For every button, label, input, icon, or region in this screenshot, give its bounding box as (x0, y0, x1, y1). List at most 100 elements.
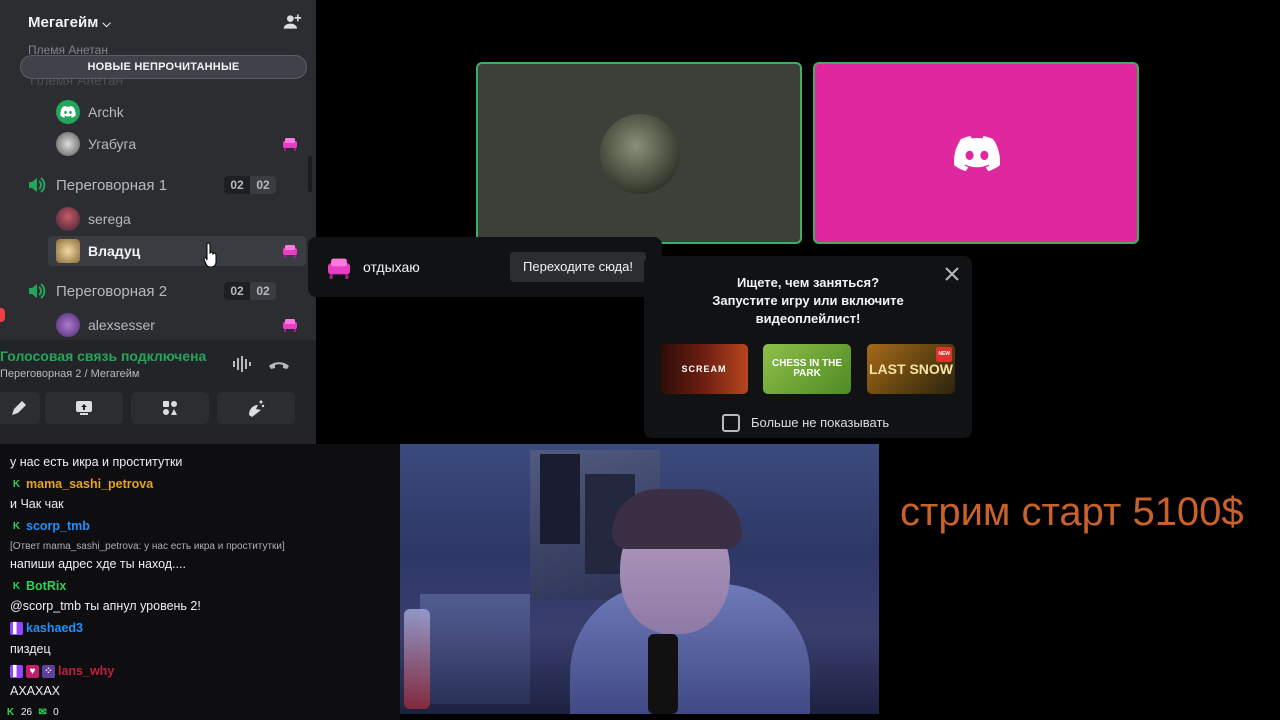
chat-username-line[interactable]: ▌ kashaed3 (10, 621, 83, 635)
video-tile-user[interactable] (476, 62, 802, 244)
twitch-badge-icon: ▌ (10, 621, 23, 635)
heart-badge-icon: ♥ (26, 664, 39, 678)
voice-location[interactable]: Переговорная 2 / Мегагейм (0, 368, 139, 380)
member-name: serega (88, 211, 131, 227)
noise-suppression-icon[interactable] (232, 356, 252, 372)
activity-thumbnail[interactable]: SCREAM (660, 344, 748, 394)
user-count: 02 (224, 176, 250, 194)
discord-sidebar: Мегагейм ⌵ Племя Анетан Племя Анетан НОВЫ… (0, 0, 316, 444)
suggestion-line: видеоплейлист! (755, 311, 861, 326)
mod-badge-icon: K (12, 520, 21, 532)
activity-thumbnail[interactable]: CHESS IN THE PARK (763, 344, 851, 394)
chat-username-line[interactable]: Kmama_sashi_petrova (10, 477, 153, 491)
grid-badge-icon: ⁘ (42, 664, 55, 678)
member-name: Угабуга (88, 136, 137, 152)
viewer-icon: ✉ (38, 707, 47, 718)
voice-channel[interactable]: Переговорная 2 02 02 (26, 278, 308, 304)
avatar (56, 132, 80, 156)
video-tile-discord[interactable] (813, 62, 1139, 244)
member-item-hovered[interactable]: Владуц (48, 236, 306, 266)
activity-couch-icon (283, 138, 297, 151)
user-avatar (600, 114, 680, 194)
join-here-button[interactable]: Переходите сюда! (510, 252, 646, 282)
member-item[interactable]: alexsesser (48, 310, 306, 340)
mod-icon: K (6, 707, 15, 718)
close-icon[interactable] (942, 264, 962, 284)
streamer-hair (612, 489, 742, 549)
voice-connection-panel: Голосовая связь подключена Переговорная … (0, 340, 316, 444)
avatar (56, 100, 80, 124)
soundboard-icon (249, 400, 265, 417)
speaker-icon (29, 283, 46, 299)
disconnect-icon[interactable] (268, 356, 290, 372)
screen-share-button[interactable] (45, 392, 123, 424)
voice-status[interactable]: Голосовая связь подключена (0, 348, 206, 364)
chat-username-line[interactable]: ▌ ♥ ⁘ lans_why (10, 664, 114, 678)
avatar (56, 207, 80, 231)
thumbnail-title: LAST SNOW (869, 360, 953, 377)
chat-username[interactable]: lans_why (58, 664, 114, 678)
new-unread-pill[interactable]: НОВЫЕ НЕПРОЧИТАННЫЕ (20, 55, 307, 79)
member-name: Владуц (88, 243, 141, 259)
member-item[interactable]: Archk (48, 97, 306, 127)
user-count-badge: 02 02 (224, 176, 276, 194)
voice-channel[interactable]: Переговорная 1 02 02 (26, 172, 308, 198)
user-count-badge: 02 02 (224, 282, 276, 300)
webcam-feed (400, 444, 879, 714)
stream-goal-text: стрим старт 5100$ (900, 490, 1244, 534)
member-item[interactable]: serega (48, 204, 306, 234)
camera-button[interactable] (0, 392, 40, 424)
user-limit: 02 (250, 176, 276, 194)
user-limit: 02 (250, 282, 276, 300)
add-user-icon[interactable] (282, 12, 302, 32)
new-badge: NEW (936, 347, 952, 362)
member-item[interactable]: Угабуга (48, 129, 306, 159)
sidebar-scrollbar[interactable] (308, 156, 312, 192)
twitch-badge-icon: ▌ (10, 664, 23, 678)
chat-message: напиши адрес хде ты наход.... (10, 557, 186, 571)
chat-username-line[interactable]: Kscorp_tmb (10, 519, 90, 533)
mod-badge-icon: K (12, 580, 21, 592)
suggestion-line: Ищете, чем заняться? (736, 275, 880, 290)
dont-show-checkbox[interactable] (722, 414, 740, 432)
voice-channel-name: Переговорная 1 (56, 176, 168, 194)
member-name: Archk (88, 104, 124, 120)
chat-stats: K 26 ✉ 0 (4, 706, 59, 719)
mouse-cursor-icon (203, 242, 217, 267)
suggestion-line: Запустите игру или включите (712, 293, 904, 308)
avatar (56, 313, 80, 337)
chat-username-line[interactable]: K BotRix (10, 579, 66, 593)
speaker-icon (29, 177, 46, 193)
mention-indicator (0, 308, 5, 322)
chat-reply-context: [Ответ mama_sashi_petrova: у нас есть ик… (10, 541, 285, 552)
thumbnail-title: SCREAM (681, 364, 727, 374)
activity-thumbnail[interactable]: LAST SNOW NEW (867, 344, 955, 394)
member-name: alexsesser (88, 317, 155, 333)
discord-icon (60, 106, 76, 118)
activity-couch-icon (283, 319, 297, 332)
mod-count: 26 (21, 707, 33, 718)
voice-channel-name: Переговорная 2 (56, 282, 168, 300)
chat-username[interactable]: scorp_tmb (26, 519, 90, 533)
avatar (56, 239, 80, 263)
thumbnail-title: CHESS IN THE PARK (771, 358, 842, 379)
chat-username[interactable]: mama_sashi_petrova (26, 477, 153, 491)
chat-username[interactable]: kashaed3 (26, 621, 83, 635)
activity-suggestion-popup: Ищете, чем заняться? Запустите игру или … (644, 256, 972, 438)
server-header[interactable]: Мегагейм ⌵ (0, 0, 316, 44)
dont-show-label[interactable]: Больше не показывать (751, 415, 889, 430)
soundboard-button[interactable] (217, 392, 295, 424)
webcam-shelf (420, 594, 530, 704)
activities-button[interactable] (131, 392, 209, 424)
chat-message: @scorp_tmb ты апнул уровень 2! (10, 599, 201, 613)
user-count: 02 (224, 282, 250, 300)
pen-icon (12, 401, 26, 415)
activity-couch-icon (283, 245, 297, 258)
microphone (648, 634, 678, 714)
chat-message: АХАХАХ (10, 684, 61, 698)
chat-username[interactable]: BotRix (26, 579, 66, 593)
mod-badge-icon: K (12, 478, 21, 490)
viewer-count: 0 (53, 707, 59, 718)
chat-message: у нас есть икра и проститутки (10, 455, 183, 469)
chevron-down-icon: ⌵ (102, 17, 111, 30)
